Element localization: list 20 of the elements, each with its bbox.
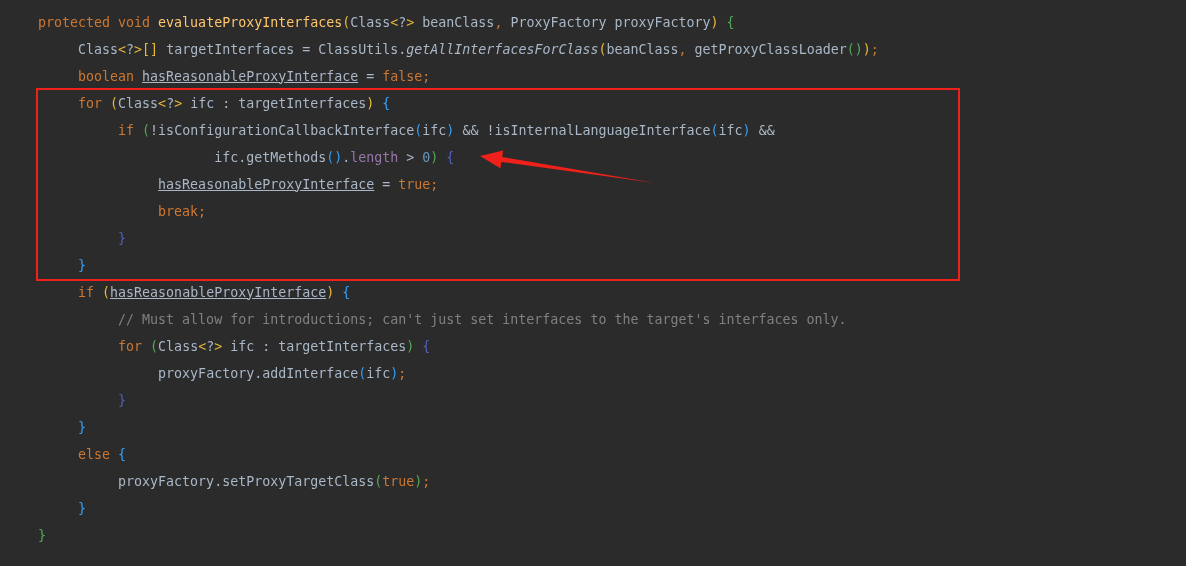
- code-line: if (hasReasonableProxyInterface) {: [77, 283, 351, 302]
- code-line: for (Class<?> ifc : targetInterfaces) {: [117, 337, 431, 356]
- code-line: }: [77, 499, 87, 518]
- code-line: else {: [77, 445, 127, 464]
- code-line: break;: [36, 197, 960, 225]
- code-line: }: [38, 526, 46, 545]
- code-line: }: [77, 418, 87, 437]
- code-line: }: [36, 224, 960, 252]
- code-line: for (Class<?> ifc : targetInterfaces) {: [36, 87, 960, 117]
- code-line: proxyFactory.setProxyTargetClass(true);: [117, 472, 431, 491]
- code-line: }: [36, 251, 960, 281]
- code-line: protected void evaluateProxyInterfaces(Class<?> beanClass, ProxyFactory proxyFactory) {: [38, 13, 735, 32]
- code-line: Class<?>[] targetInterfaces = ClassUtils.getAllInterfacesForClass(beanClass, getProxyClassLoader());: [77, 40, 879, 59]
- code-line: if (!isConfigurationCallbackInterface(ifc) && !isInternalLanguageInterface(ifc) &&: [36, 116, 960, 144]
- code-line: boolean hasReasonableProxyInterface = false;: [77, 67, 431, 86]
- code-line: }: [117, 391, 127, 410]
- code-line: proxyFactory.addInterface(ifc);: [157, 364, 407, 383]
- code-line: // Must allow for introductions; can't just set interfaces to the target's interfaces only.: [117, 310, 847, 329]
- code-line: ifc.getMethods().length > 0) {: [36, 143, 960, 171]
- code-line: hasReasonableProxyInterface = true;: [36, 170, 960, 198]
